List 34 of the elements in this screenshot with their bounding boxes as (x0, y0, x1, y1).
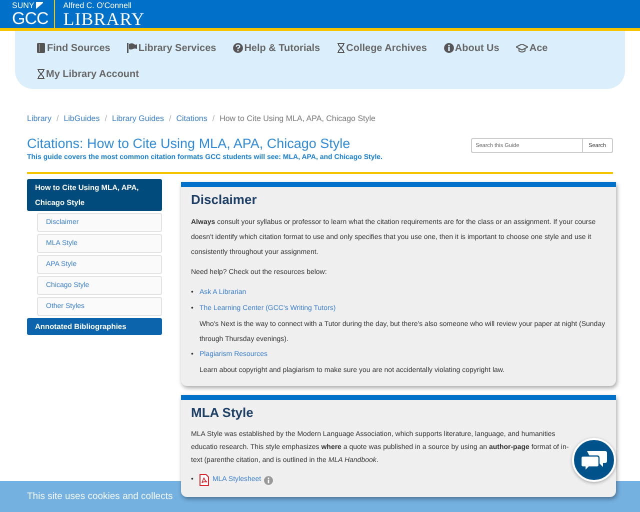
info-icon (264, 476, 274, 484)
nav-link[interactable]: Ace (516, 35, 548, 61)
nav-link[interactable]: College Archives (337, 35, 427, 61)
logo-text: GCC (12, 10, 48, 26)
breadcrumb-separator: / (168, 114, 172, 123)
info-icon (444, 43, 454, 53)
nav-link[interactable]: Help & Tutorials (233, 35, 320, 61)
section-title: MLA Style (191, 405, 254, 420)
section-title: Disclaimer (191, 192, 258, 207)
pdf-file-icon (199, 474, 210, 486)
breadcrumb-link[interactable]: LibGuides (64, 114, 100, 123)
hourglass-icon (337, 43, 346, 53)
help-icon (233, 43, 244, 53)
chat-bubbles-icon (581, 449, 607, 471)
book-icon (37, 43, 46, 53)
breadcrumb-link[interactable]: Library Guides (112, 114, 164, 123)
breadcrumb-separator: / (56, 114, 59, 123)
graduation-cap-icon (516, 44, 528, 52)
nav-link[interactable]: Library Services (127, 35, 216, 61)
hourglass-icon (37, 69, 45, 79)
flag-icon (127, 43, 138, 53)
guide-title: Citations: How to Cite Using MLA, APA, Chicago Style (27, 136, 352, 151)
library-title: LIBRARY (63, 10, 145, 28)
cookie-notice: This site uses cookies and collects (27, 490, 173, 504)
breadcrumb-separator: / (212, 114, 215, 123)
nav-link[interactable]: Find Sources (37, 35, 110, 61)
breadcrumb-link[interactable]: Citations (176, 114, 208, 123)
breadcrumb-current: How to Cite Using MLA, APA, Chicago Style (220, 114, 376, 123)
breadcrumb-link[interactable]: Library (27, 114, 52, 123)
nav-link[interactable]: My Library Account (37, 61, 139, 87)
nav-link[interactable]: About Us (444, 35, 500, 61)
logo-text: SUNY (12, 2, 34, 10)
library-name: Alfred C. O'Connell (63, 0, 133, 10)
breadcrumb-separator: / (104, 114, 107, 123)
